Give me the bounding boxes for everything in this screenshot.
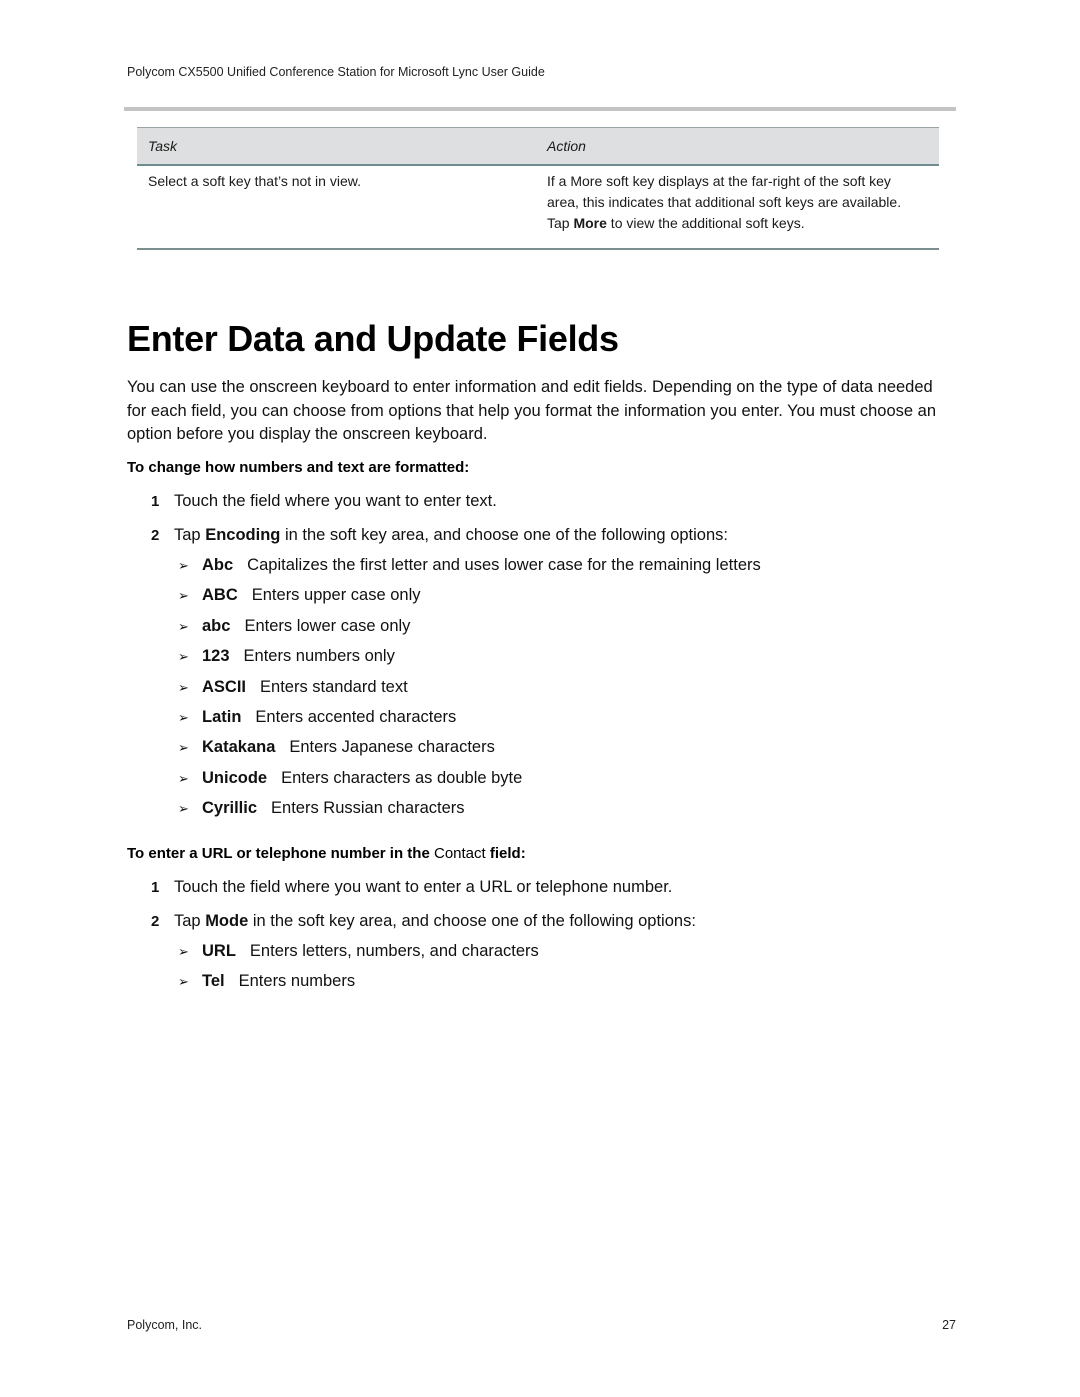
arrow-bullet-icon: ➢ xyxy=(178,680,189,695)
arrow-bullet-icon: ➢ xyxy=(178,649,189,664)
option-key: URL xyxy=(202,942,236,960)
option-desc: Enters characters as double byte xyxy=(281,769,523,787)
option-item: ➢ abc Enters lower case only xyxy=(178,617,410,636)
procedure-heading-contact: To enter a URL or telephone number in th… xyxy=(127,845,526,862)
option-item: ➢ Latin Enters accented characters xyxy=(178,708,456,727)
step-keyword: Encoding xyxy=(205,526,281,544)
arrow-bullet-icon: ➢ xyxy=(178,801,189,816)
step-text: Tap xyxy=(174,912,206,930)
option-key: Unicode xyxy=(202,769,268,787)
option-desc: Enters Japanese characters xyxy=(289,738,495,756)
option-item: ➢ URL Enters letters, numbers, and charact… xyxy=(178,942,539,961)
step-text: Touch the field where you want to enter … xyxy=(174,492,497,510)
option-desc: Enters Russian characters xyxy=(271,799,465,817)
column-header-task: Task xyxy=(148,137,178,154)
procedure-heading-format: To change how numbers and text are forma… xyxy=(127,459,470,476)
option-desc: Enters numbers xyxy=(238,972,356,990)
option-key: 123 xyxy=(202,647,230,665)
arrow-bullet-icon: ➢ xyxy=(178,974,189,989)
step-number: 1 xyxy=(151,493,160,510)
option-key: Katakana xyxy=(202,738,276,756)
arrow-bullet-icon: ➢ xyxy=(178,771,189,786)
step-text: Tap xyxy=(174,526,206,544)
option-desc: Capitalizes the first letter and uses lo… xyxy=(247,556,761,574)
page-title: Enter Data and Update Fields xyxy=(127,318,619,359)
arrow-bullet-icon: ➢ xyxy=(178,710,189,725)
page-number: 27 xyxy=(942,1318,956,1332)
option-desc: Enters lower case only xyxy=(244,617,411,635)
arrow-bullet-icon: ➢ xyxy=(178,944,189,959)
option-desc: Enters letters, numbers, and characters xyxy=(249,942,539,960)
step-number: 2 xyxy=(151,913,160,930)
arrow-bullet-icon: ➢ xyxy=(178,588,189,603)
option-key: ABC xyxy=(202,586,238,604)
arrow-bullet-icon: ➢ xyxy=(178,740,189,755)
action-text-end: to view the additional soft keys. xyxy=(606,214,805,231)
footer-company: Polycom, Inc. xyxy=(127,1318,203,1332)
heading-text: To enter a URL or telephone number in th… xyxy=(127,845,434,862)
option-item: ➢ ABC Enters upper case only xyxy=(178,586,421,605)
action-keyword: More xyxy=(573,214,607,231)
task-cell: Select a soft key that’s not in view. xyxy=(148,172,361,189)
running-header: Polycom CX5500 Unified Conference Statio… xyxy=(127,65,545,79)
option-item: ➢ Abc Capitalizes the first letter and use… xyxy=(178,556,761,575)
option-item: ➢ Unicode Enters characters as double byte xyxy=(178,769,522,788)
step-keyword: Mode xyxy=(205,912,249,930)
step-item: 1 Touch the field where you want to enter… xyxy=(151,878,672,897)
option-desc: Enters standard text xyxy=(260,678,408,696)
option-item: ➢ ASCII Enters standard text xyxy=(178,678,408,697)
option-key: Tel xyxy=(202,972,225,990)
option-key: Cyrillic xyxy=(202,799,258,817)
step-item: 2 Tap Mode in the soft key area, and choo… xyxy=(151,912,696,931)
step-text-end: in the soft key area, and choose one of … xyxy=(280,526,728,544)
arrow-bullet-icon: ➢ xyxy=(178,619,189,634)
heading-field-name: Contact xyxy=(433,845,486,862)
option-key: Latin xyxy=(202,708,242,726)
step-text-end: in the soft key area, and choose one of … xyxy=(248,912,696,930)
action-cell: If a More soft key displays at the far-r… xyxy=(537,165,939,249)
column-header-action: Action xyxy=(547,137,586,154)
option-key: Abc xyxy=(202,556,234,574)
step-text: Touch the field where you want to enter … xyxy=(174,878,673,896)
option-item: ➢ Katakana Enters Japanese characters xyxy=(178,738,495,757)
intro-paragraph: You can use the onscreen keyboard to ent… xyxy=(127,378,936,443)
heading-text-end: field: xyxy=(485,845,526,862)
step-number: 2 xyxy=(151,527,160,544)
option-key: abc xyxy=(202,617,231,635)
header-divider xyxy=(124,107,956,111)
step-item: 2 Tap Encoding in the soft key area, and … xyxy=(151,526,728,545)
option-item: ➢ 123 Enters numbers only xyxy=(178,647,395,666)
arrow-bullet-icon: ➢ xyxy=(178,558,189,573)
option-item: ➢ Tel Enters numbers xyxy=(178,972,355,991)
task-action-table: Task Action Select a soft key that’s not… xyxy=(137,127,939,250)
table-row: Select a soft key that’s not in view. If… xyxy=(137,165,939,249)
option-item: ➢ Cyrillic Enters Russian characters xyxy=(178,799,465,818)
table-header-row: Task Action xyxy=(137,127,939,165)
option-desc: Enters accented characters xyxy=(255,708,457,726)
step-number: 1 xyxy=(151,879,160,896)
option-desc: Enters numbers only xyxy=(243,647,395,665)
option-key: ASCII xyxy=(202,678,247,696)
option-desc: Enters upper case only xyxy=(251,586,421,604)
step-item: 1 Touch the field where you want to enter… xyxy=(151,492,497,511)
